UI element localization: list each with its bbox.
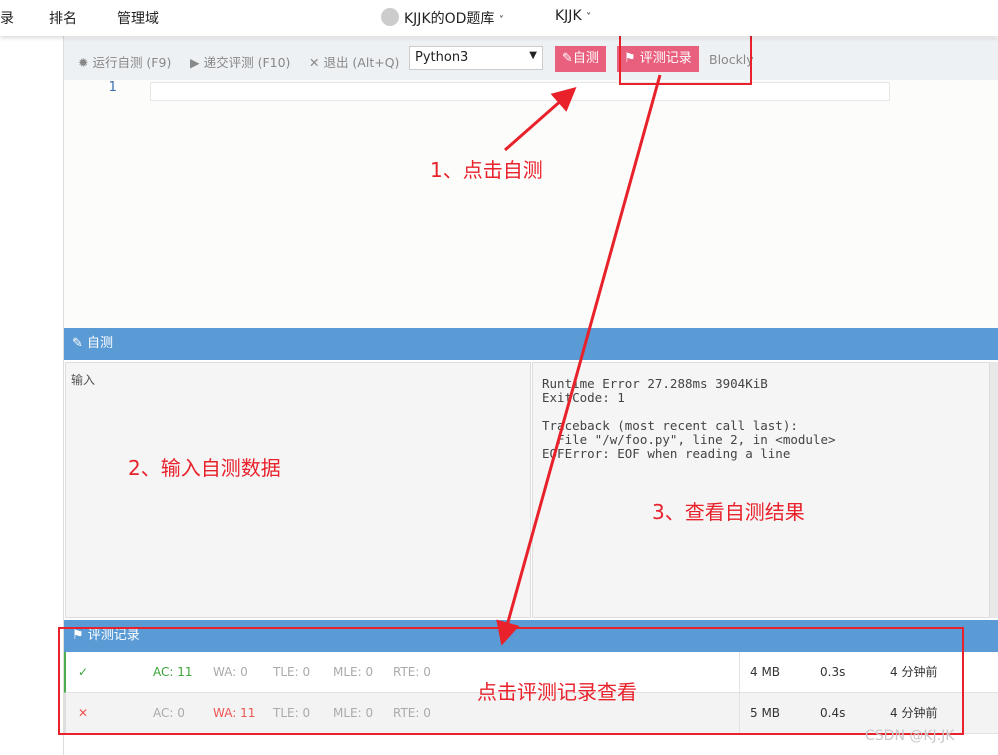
nav-item[interactable]: 录 — [0, 8, 14, 28]
site-name: KJJK的OD题库 — [404, 11, 495, 27]
chevron-down-icon: ˅ — [586, 12, 592, 23]
watermark: CSDN @KJ.JK — [865, 728, 955, 744]
annotation-text: 2、输入自测数据 — [128, 456, 281, 480]
annotation-text: 1、点击自测 — [430, 158, 543, 182]
top-nav: 录 排名 管理域 KJJK的OD题库 ˅ KJJK ˅ — [0, 0, 998, 36]
nav-item-ranking[interactable]: 排名 — [49, 8, 77, 28]
nav-item-admin[interactable]: 管理域 — [117, 8, 159, 28]
user-name: KJJK — [555, 8, 582, 24]
annotation-arrows — [496, 74, 662, 646]
avatar — [381, 8, 399, 26]
user-menu[interactable]: KJJK ˅ — [555, 8, 591, 24]
arrow — [504, 87, 577, 152]
site-menu[interactable]: KJJK的OD题库 ˅ — [404, 8, 504, 28]
chevron-down-icon: ˅ — [498, 15, 504, 26]
annotation-text: 点击评测记录查看 — [477, 680, 637, 704]
annotation-text: 3、查看自测结果 — [652, 500, 805, 524]
